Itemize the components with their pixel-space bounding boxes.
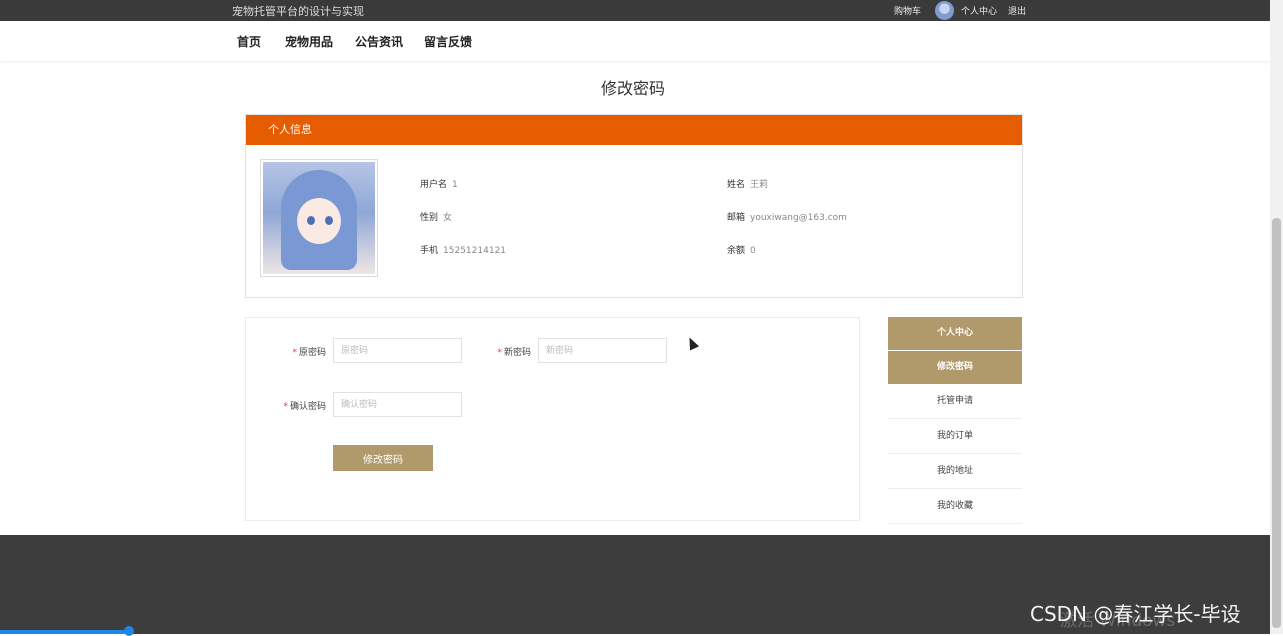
new-password-label: * 新密码: [497, 348, 531, 358]
side-menu: 个人中心 修改密码 托管申请 我的订单 我的地址 我的收藏: [888, 317, 1022, 525]
email-label: 邮箱: [727, 213, 746, 223]
side-item-my-address[interactable]: 我的地址: [888, 455, 1022, 489]
old-password-label: * 原密码: [292, 348, 326, 358]
top-bar: 宠物托管平台的设计与实现 购物车 个人中心 退出: [0, 0, 1283, 21]
name-value: 王莉: [750, 180, 769, 190]
profile-panel: 个人信息 用户名 1 姓名 王莉 性别女 邮箱 youxiwang@163.com 手…: [245, 114, 1023, 298]
change-password-button[interactable]: 修改密码: [333, 445, 433, 471]
nav-item-announcements[interactable]: 公告资讯: [355, 33, 403, 50]
balance-value: 0: [750, 246, 756, 256]
phone-field: 手机 15251214121: [420, 243, 506, 256]
gender-field: 性别女: [420, 210, 452, 223]
side-item-change-password[interactable]: 修改密码: [888, 351, 1022, 384]
side-item-my-favorites[interactable]: 我的收藏: [888, 490, 1022, 524]
required-mark: *: [497, 348, 502, 358]
password-form: *原密码 *新密码 *确认密码 修改密码: [245, 317, 860, 521]
side-item-boarding-application[interactable]: 托管申请: [888, 385, 1022, 419]
phone-value: 15251214121: [443, 246, 507, 256]
profile-photo: [260, 159, 378, 277]
top-right-links: 购物车 个人中心 退出: [894, 0, 1026, 21]
user-center-link[interactable]: 个人中心: [961, 4, 997, 17]
nav-item-feedback[interactable]: 留言反馈: [424, 33, 472, 50]
page-scrollbar[interactable]: [1270, 0, 1283, 634]
gender-label: 性别: [420, 213, 439, 223]
username-value: 1: [452, 180, 458, 190]
main-nav: 首页 宠物用品 公告资讯 留言反馈: [0, 21, 1270, 61]
profile-header: 个人信息: [246, 115, 1022, 145]
name-label: 姓名: [727, 180, 746, 190]
email-value: youxiwang@163.com: [750, 213, 847, 223]
progress-dot: [124, 626, 134, 636]
email-field: 邮箱 youxiwang@163.com: [727, 210, 847, 223]
phone-label: 手机: [420, 246, 439, 256]
username-field: 用户名 1: [420, 177, 458, 190]
name-field: 姓名 王莉: [727, 177, 768, 190]
logout-link[interactable]: 退出: [1008, 4, 1026, 17]
balance-label: 余额: [727, 246, 746, 256]
csdn-watermark: CSDN @春江学长-毕设: [1030, 602, 1241, 626]
side-item-user-center[interactable]: 个人中心: [888, 317, 1022, 350]
avatar[interactable]: [935, 1, 955, 20]
site-title: 宠物托管平台的设计与实现: [232, 5, 364, 18]
profile-photo-image: [263, 162, 375, 274]
required-mark: *: [283, 402, 288, 412]
username-label: 用户名: [420, 180, 448, 190]
gender-value: 女: [443, 213, 453, 223]
balance-field: 余额 0: [727, 243, 756, 256]
confirm-password-input[interactable]: [333, 392, 462, 417]
nav-item-home[interactable]: 首页: [237, 33, 261, 50]
page-title: 修改密码: [600, 79, 665, 98]
nav-item-pet-supplies[interactable]: 宠物用品: [285, 33, 333, 50]
cart-link[interactable]: 购物车: [894, 4, 921, 17]
new-password-input[interactable]: [538, 338, 667, 363]
old-password-input[interactable]: [333, 338, 462, 363]
required-mark: *: [292, 348, 297, 358]
loading-progress-bar: [0, 630, 130, 634]
confirm-password-label: * 确认密码: [283, 402, 326, 412]
side-item-my-orders[interactable]: 我的订单: [888, 420, 1022, 454]
scrollbar-thumb[interactable]: [1272, 218, 1281, 628]
